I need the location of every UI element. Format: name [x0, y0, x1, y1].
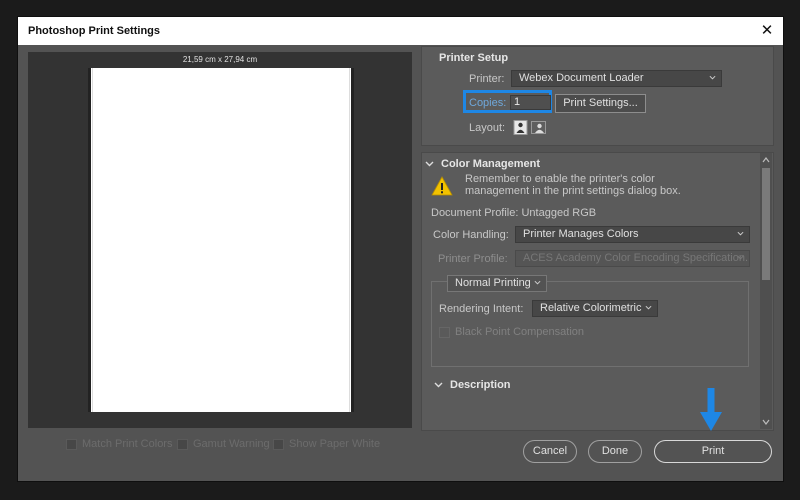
- window-title: Photoshop Print Settings: [28, 25, 160, 37]
- printer-profile-label: Printer Profile:: [438, 253, 508, 265]
- color-management-header: Color Management: [441, 158, 541, 170]
- printer-label: Printer:: [469, 73, 505, 85]
- scroll-thumb[interactable]: [762, 168, 770, 280]
- match-print-colors-checkbox[interactable]: [66, 438, 77, 450]
- color-handling-value: Printer Manages Colors: [523, 228, 639, 240]
- gamut-warning-label: Gamut Warning: [193, 438, 270, 450]
- rendering-intent-select[interactable]: Relative Colorimetric: [532, 300, 658, 317]
- printing-mode-select[interactable]: Normal Printing: [447, 275, 547, 292]
- gamut-warning-checkbox[interactable]: [177, 438, 188, 450]
- show-paper-white-checkbox[interactable]: [273, 438, 284, 450]
- printing-mode-value: Normal Printing: [455, 277, 531, 289]
- match-print-colors-label: Match Print Colors: [82, 438, 173, 450]
- print-button[interactable]: Print: [654, 440, 772, 463]
- color-notice-line1: Remember to enable the printer's color: [465, 173, 655, 185]
- chevron-down-icon[interactable]: [434, 380, 443, 389]
- rendering-intent-label: Rendering Intent:: [439, 303, 524, 315]
- black-point-checkbox: [439, 326, 450, 338]
- printer-profile-select: ACES Academy Color Encoding Specificatio…: [515, 250, 750, 267]
- chevron-down-icon: [709, 75, 716, 80]
- copies-label: Copies:: [469, 97, 507, 109]
- color-notice-line2: management in the print settings dialog …: [465, 185, 681, 197]
- landscape-layout-icon[interactable]: [531, 121, 546, 134]
- copies-input[interactable]: 1: [510, 95, 551, 110]
- title-bar: Photoshop Print Settings ✕: [18, 17, 783, 45]
- warning-icon: [431, 176, 453, 196]
- black-point-option: Black Point Compensation: [439, 325, 584, 339]
- done-button[interactable]: Done: [588, 440, 642, 463]
- cancel-button[interactable]: Cancel: [523, 440, 577, 463]
- panel-scrollbar[interactable]: [760, 153, 772, 429]
- color-handling-label: Color Handling:: [433, 229, 509, 241]
- chevron-down-icon: [645, 305, 652, 310]
- chevron-down-icon: [737, 231, 744, 236]
- document-profile: Document Profile: Untagged RGB: [431, 207, 597, 219]
- rendering-intent-value: Relative Colorimetric: [540, 302, 642, 314]
- paper-sheet: [88, 68, 354, 412]
- paper-dimensions: 21,59 cm x 27,94 cm: [182, 55, 258, 64]
- close-icon[interactable]: ✕: [757, 21, 777, 41]
- scroll-down-icon[interactable]: [760, 417, 772, 427]
- print-settings-button[interactable]: Print Settings...: [555, 94, 646, 113]
- printer-setup-header: Printer Setup: [439, 52, 509, 64]
- chevron-down-icon: [534, 280, 541, 285]
- arrow-down-icon: [700, 388, 722, 431]
- chevron-down-icon[interactable]: [425, 159, 434, 168]
- black-point-label: Black Point Compensation: [455, 326, 585, 338]
- printer-profile-value: ACES Academy Color Encoding Specificatio…: [523, 252, 750, 264]
- show-paper-white-option[interactable]: Show Paper White: [273, 437, 380, 451]
- gamut-warning-option[interactable]: Gamut Warning: [177, 437, 270, 451]
- chevron-down-icon: [737, 255, 744, 260]
- scroll-up-icon[interactable]: [760, 155, 772, 165]
- match-print-colors-option[interactable]: Match Print Colors: [66, 437, 172, 451]
- printer-select-value: Webex Document Loader: [519, 72, 644, 84]
- description-header: Description: [450, 379, 511, 391]
- portrait-layout-icon[interactable]: [513, 120, 528, 135]
- printer-select[interactable]: Webex Document Loader: [511, 70, 722, 87]
- print-preview: 21,59 cm x 27,94 cm: [28, 52, 412, 428]
- color-handling-select[interactable]: Printer Manages Colors: [515, 226, 750, 243]
- show-paper-white-label: Show Paper White: [289, 438, 381, 450]
- layout-label: Layout:: [469, 122, 506, 134]
- rendering-options-group: [431, 281, 749, 367]
